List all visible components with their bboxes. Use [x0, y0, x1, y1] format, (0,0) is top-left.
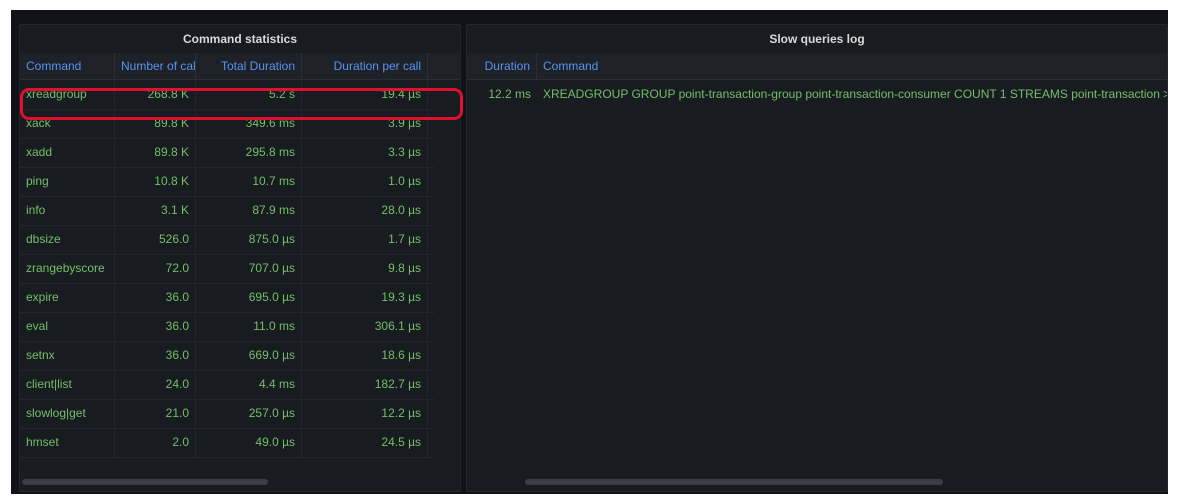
cell-command: xreadgroup: [20, 80, 115, 109]
cell-per-call: 1.0 µs: [302, 167, 428, 196]
cell-command: XREADGROUP GROUP point-transaction-group…: [543, 87, 1167, 101]
cell-per-call: 182.7 µs: [302, 370, 428, 399]
cell-total: 11.0 ms: [196, 312, 302, 341]
column-header-command[interactable]: Command: [20, 53, 115, 79]
slow-queries-log-panel: Slow queries log Duration Command 12.2 m…: [466, 24, 1168, 492]
table-header: Duration Command: [467, 53, 1167, 80]
cell-calls: 21.0: [115, 399, 196, 428]
table-row[interactable]: eval 36.0 11.0 ms 306.1 µs: [20, 312, 434, 342]
cell-per-call: 19.3 µs: [302, 283, 428, 312]
cell-total: 349.6 ms: [196, 109, 302, 138]
cell-calls: 36.0: [115, 341, 196, 370]
cell-total: 5.2 s: [196, 80, 302, 109]
column-header-total-duration[interactable]: Total Duration: [196, 53, 302, 79]
cell-command: xadd: [20, 138, 115, 167]
table-header: Command Number of calls Total Duration D…: [20, 53, 460, 80]
cell-command: eval: [20, 312, 115, 341]
cell-total: 49.0 µs: [196, 428, 302, 457]
cell-command: ping: [20, 167, 115, 196]
cell-per-call: 9.8 µs: [302, 254, 428, 283]
cell-calls: 36.0: [115, 283, 196, 312]
table-row[interactable]: xadd 89.8 K 295.8 ms 3.3 µs: [20, 138, 434, 168]
cell-command: zrangebyscore: [20, 254, 115, 283]
table-row[interactable]: client|list 24.0 4.4 ms 182.7 µs: [20, 370, 434, 400]
table-row[interactable]: ping 10.8 K 10.7 ms 1.0 µs: [20, 167, 434, 197]
cell-calls: 24.0: [115, 370, 196, 399]
cell-per-call: 24.5 µs: [302, 428, 428, 457]
table-row[interactable]: zrangebyscore 72.0 707.0 µs 9.8 µs: [20, 254, 434, 284]
column-header-duration-per-call[interactable]: Duration per call: [302, 53, 428, 79]
cell-command: expire: [20, 283, 115, 312]
cell-per-call: 12.2 µs: [302, 399, 428, 428]
command-statistics-panel: Command statistics Command Number of cal…: [19, 24, 461, 492]
cell-per-call: 18.6 µs: [302, 341, 428, 370]
cell-command: setnx: [20, 341, 115, 370]
cell-calls: 10.8 K: [115, 167, 196, 196]
table-row[interactable]: expire 36.0 695.0 µs 19.3 µs: [20, 283, 434, 313]
cell-total: 669.0 µs: [196, 341, 302, 370]
column-header-number-of-calls[interactable]: Number of calls: [115, 53, 196, 79]
cell-command: dbsize: [20, 225, 115, 254]
cell-calls: 72.0: [115, 254, 196, 283]
cell-per-call: 306.1 µs: [302, 312, 428, 341]
table-row[interactable]: hmset 2.0 49.0 µs 24.5 µs: [20, 428, 434, 458]
cell-per-call: 19.4 µs: [302, 80, 428, 109]
cell-total: 695.0 µs: [196, 283, 302, 312]
cell-command: xack: [20, 109, 115, 138]
cell-calls: 89.8 K: [115, 138, 196, 167]
cell-command: slowlog|get: [20, 399, 115, 428]
cell-duration: 12.2 ms: [488, 87, 531, 101]
table-row[interactable]: xack 89.8 K 349.6 ms 3.9 µs: [20, 109, 434, 139]
cell-command: info: [20, 196, 115, 225]
cell-command: client|list: [20, 370, 115, 399]
cell-command: hmset: [20, 428, 115, 457]
cell-per-call: 3.3 µs: [302, 138, 428, 167]
cell-calls: 526.0: [115, 225, 196, 254]
table-row[interactable]: info 3.1 K 87.9 ms 28.0 µs: [20, 196, 434, 226]
cell-calls: 89.8 K: [115, 109, 196, 138]
cell-total: 257.0 µs: [196, 399, 302, 428]
cell-per-call: 28.0 µs: [302, 196, 428, 225]
panel-title: Slow queries log: [769, 32, 865, 46]
table-row[interactable]: setnx 36.0 669.0 µs 18.6 µs: [20, 341, 434, 371]
cell-total: 87.9 ms: [196, 196, 302, 225]
table-row[interactable]: slowlog|get 21.0 257.0 µs 12.2 µs: [20, 399, 434, 429]
column-header-command[interactable]: Command: [537, 53, 1167, 79]
cell-calls: 2.0: [115, 428, 196, 457]
cell-calls: 36.0: [115, 312, 196, 341]
dashboard-frame: Command statistics Command Number of cal…: [11, 10, 1168, 494]
cell-total: 295.8 ms: [196, 138, 302, 167]
cell-per-call: 3.9 µs: [302, 109, 428, 138]
cell-total: 707.0 µs: [196, 254, 302, 283]
cell-total: 875.0 µs: [196, 225, 302, 254]
table-row[interactable]: 12.2 ms XREADGROUP GROUP point-transactio…: [467, 80, 1167, 109]
table-row[interactable]: xreadgroup 268.8 K 5.2 s 19.4 µs: [20, 80, 434, 110]
cell-per-call: 1.7 µs: [302, 225, 428, 254]
horizontal-scrollbar[interactable]: [22, 479, 268, 485]
horizontal-scrollbar[interactable]: [525, 479, 943, 485]
panel-title: Command statistics: [182, 32, 298, 46]
cell-calls: 268.8 K: [115, 80, 196, 109]
cell-calls: 3.1 K: [115, 196, 196, 225]
column-header-duration[interactable]: Duration: [467, 53, 537, 79]
cell-total: 4.4 ms: [196, 370, 302, 399]
table-row[interactable]: dbsize 526.0 875.0 µs 1.7 µs: [20, 225, 434, 255]
cell-total: 10.7 ms: [196, 167, 302, 196]
